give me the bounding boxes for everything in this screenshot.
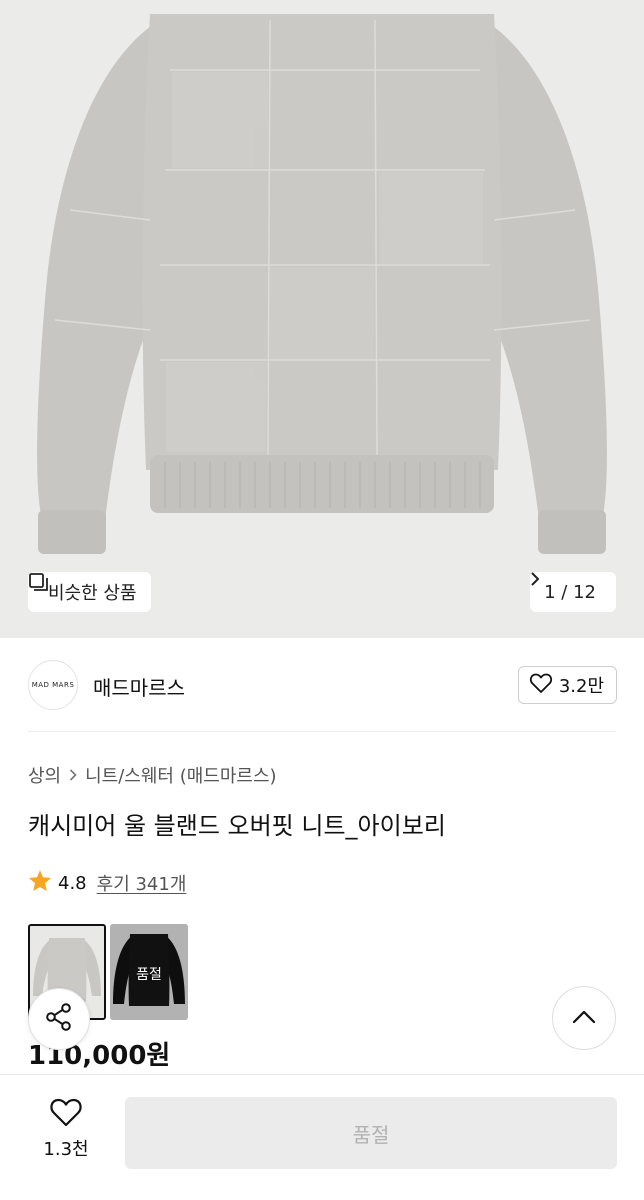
similar-products-label: 비슷한 상품	[48, 583, 137, 604]
breadcrumb: 상의 니트/스웨터 (매드마르스)	[28, 762, 277, 788]
chevron-right-icon	[69, 765, 77, 786]
breadcrumb-category[interactable]: 상의	[28, 762, 61, 788]
sweater-image	[37, 14, 607, 554]
product-image-gallery[interactable]: 비슷한 상품 1 / 12	[0, 0, 644, 638]
wish-count: 1.3천	[43, 1139, 89, 1160]
soldout-label: 품절	[136, 967, 162, 983]
breadcrumb-subcategory[interactable]: 니트/스웨터 (매드마르스)	[85, 762, 276, 788]
bottom-action-bar: 1.3천 품절	[0, 1074, 644, 1200]
brand-name[interactable]: 매드마르스	[93, 672, 185, 701]
wish-button[interactable]: 1.3천	[26, 1097, 106, 1161]
brand-like-count: 3.2만	[558, 676, 604, 697]
brand-logo-text: MAD MARS	[31, 681, 75, 689]
swatch-black[interactable]: 품절	[110, 924, 188, 1020]
buy-button[interactable]: 품절	[125, 1097, 617, 1169]
rating-value: 4.8	[58, 872, 87, 894]
review-link[interactable]: 후기 341개	[97, 870, 187, 896]
rating-row: 4.8 후기 341개	[28, 869, 186, 897]
heart-icon	[49, 1098, 83, 1131]
share-icon	[44, 1002, 74, 1036]
image-counter[interactable]: 1 / 12	[530, 572, 616, 612]
heart-icon	[529, 672, 553, 699]
share-button[interactable]	[28, 988, 90, 1050]
product-title: 캐시미어 울 블랜드 오버핏 니트_아이보리	[28, 812, 446, 840]
chevron-up-icon	[572, 1009, 596, 1028]
similar-products-button[interactable]: 비슷한 상품	[28, 572, 151, 612]
brand-row: MAD MARS 매드마르스 3.2만	[0, 660, 644, 710]
brand-logo[interactable]: MAD MARS	[28, 660, 78, 710]
divider	[28, 731, 616, 732]
star-icon	[28, 869, 52, 897]
image-counter-text: 1 / 12	[544, 581, 596, 603]
buy-button-label: 품절	[352, 1122, 390, 1147]
brand-like-button[interactable]: 3.2만	[517, 666, 617, 704]
scroll-top-button[interactable]	[552, 986, 616, 1050]
